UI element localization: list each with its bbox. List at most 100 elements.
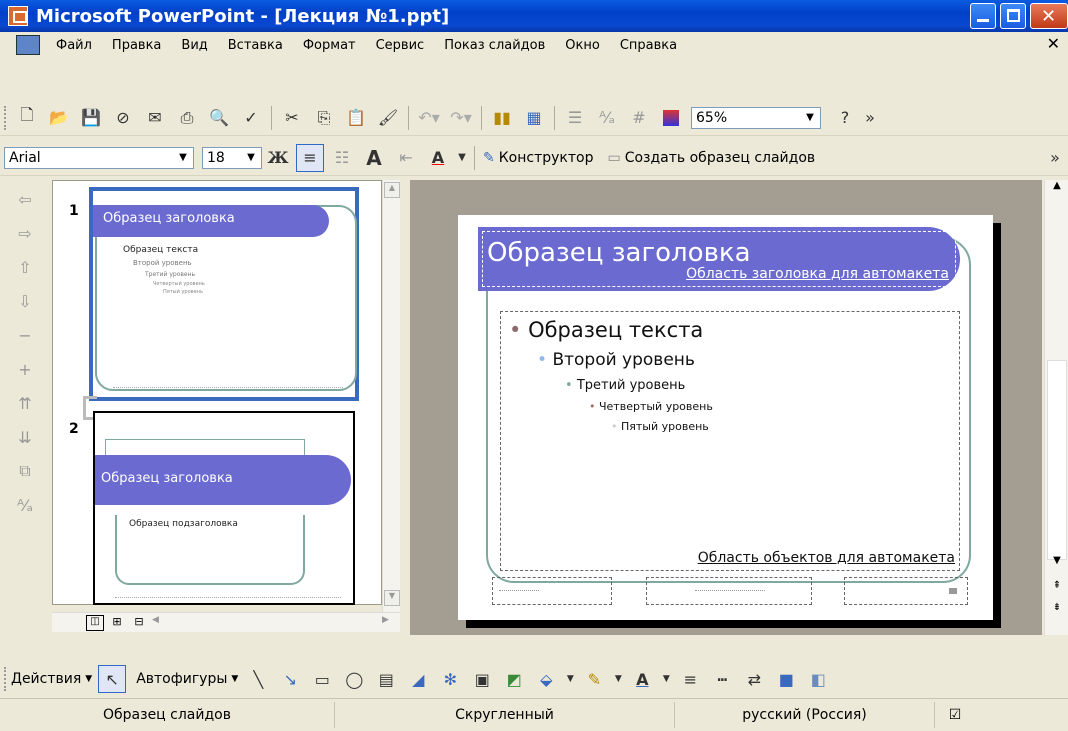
arrow-style-icon[interactable]: ⇄ [740,665,768,693]
insert-chart-icon[interactable]: ▮▮ [488,104,516,132]
summary-down-icon[interactable]: ⇊ [10,422,40,452]
oval-icon[interactable]: ◯ [340,665,368,693]
close-window-button[interactable]: ✕ [1030,3,1068,29]
menu-window[interactable]: Окно [555,38,610,53]
bullets-icon[interactable]: ☷ [328,144,356,172]
increase-font-icon[interactable]: A [360,144,388,172]
scroll-thumb[interactable] [1047,360,1067,560]
save-icon[interactable]: 💾 [77,104,105,132]
scroll-up-icon[interactable]: ▲ [384,182,400,198]
align-left-icon[interactable]: ≡ [296,143,324,172]
cut-icon[interactable]: ✂ [278,104,306,132]
chevron-down-icon[interactable]: ▼ [243,149,259,167]
print-preview-icon[interactable]: 🔍 [205,104,233,132]
menu-format[interactable]: Формат [293,38,366,53]
new-icon[interactable]: 🗋 [13,104,41,132]
title-placeholder[interactable]: Образец заголовка Область заголовка для … [482,231,956,287]
chevron-down-icon[interactable]: ▼ [612,665,624,693]
show-formatting-icon[interactable]: ᴬ⁄ₐ [593,104,621,132]
undo-icon[interactable]: ↶▾ [415,104,443,132]
body-placeholder[interactable]: • Образец текста • Второй уровень • Трет… [500,311,960,571]
format-painter-icon[interactable]: 🖌 [374,104,402,132]
font-color-icon[interactable]: A [424,144,452,172]
chevron-down-icon[interactable]: ▼ [231,674,238,684]
rectangle-icon[interactable]: ▭ [308,665,336,693]
arrow-up-icon[interactable]: ⇧ [10,252,40,282]
spelling-icon[interactable]: ✓ [237,104,265,132]
toolbar-grip[interactable] [4,667,7,691]
document-menu-icon[interactable] [16,35,40,55]
clipart-icon[interactable]: ▣ [468,665,496,693]
scroll-up-icon[interactable]: ▲ [1047,180,1067,200]
line-icon[interactable]: ╲ [244,665,272,693]
menu-file[interactable]: Файл [46,38,102,53]
font-size-combo[interactable]: 18 ▼ [202,146,262,169]
summary-slide-icon[interactable]: ⧉ [10,456,40,486]
menu-help[interactable]: Справка [610,38,687,53]
text-box-icon[interactable]: ▤ [372,665,400,693]
previous-slide-icon[interactable]: ⇞ [1047,580,1067,600]
autoshapes-menu[interactable]: Автофигуры [136,671,227,687]
3d-style-icon[interactable]: ◧ [804,665,832,693]
thumbnail-scrollbar[interactable]: ▲ ▼ [382,180,400,628]
chevron-down-icon[interactable]: ▼ [85,674,92,684]
grid-icon[interactable]: # [625,104,653,132]
scroll-right-icon[interactable]: ▶ [382,615,398,631]
menu-slideshow[interactable]: Показ слайдов [434,38,555,53]
collapse-icon[interactable]: − [10,320,40,350]
arrow-right-icon[interactable]: ⇨ [10,218,40,248]
slide-number-placeholder[interactable] [844,577,968,605]
date-placeholder[interactable] [492,577,612,605]
normal-view-icon[interactable]: ◫ [86,614,104,631]
print-icon[interactable]: ⎙ [173,104,201,132]
toolbar-grip[interactable] [4,105,7,130]
color-grayscale-icon[interactable] [657,104,685,132]
toolbar-options-icon[interactable]: » [863,104,877,132]
slide-sorter-view-icon[interactable]: ⊞ [108,615,126,631]
footer-placeholder[interactable] [646,577,812,605]
redo-icon[interactable]: ↷▾ [447,104,475,132]
maximize-button[interactable] [1000,3,1026,29]
wordart-icon[interactable]: ◢ [404,665,432,693]
create-master-button[interactable]: ▭ Создать образец слайдов [607,150,815,166]
open-icon[interactable]: 📂 [45,104,73,132]
picture-icon[interactable]: ◩ [500,665,528,693]
fill-color-icon[interactable]: ⬙ [532,665,560,693]
toolbar-options-icon[interactable]: » [1048,144,1062,172]
expand-icon[interactable]: + [10,354,40,384]
shadow-style-icon[interactable]: ■ [772,665,800,693]
menu-insert[interactable]: Вставка [218,38,293,53]
insert-table-icon[interactable]: ▦ [520,104,548,132]
slideshow-view-icon[interactable]: ⊟ [130,615,148,631]
powerpoint-app-icon[interactable] [8,6,28,26]
chevron-down-icon[interactable]: ▼ [802,109,818,127]
paste-icon[interactable]: 📋 [342,104,370,132]
design-button[interactable]: ✎ Конструктор [483,150,593,166]
slide-scrollbar[interactable]: ▲ ▼ ⇞ ⇟ [1044,180,1068,635]
show-formatting-icon[interactable]: ᴬ⁄ₐ [10,490,40,520]
close-document-icon[interactable]: ✕ [1047,34,1060,53]
zoom-combo[interactable]: 65% ▼ [691,106,821,129]
arrow-down-icon[interactable]: ⇩ [10,286,40,316]
help-icon[interactable]: ? [831,104,859,132]
font-color-icon[interactable]: A [628,665,656,693]
decrease-indent-icon[interactable]: ⇤ [392,144,420,172]
arrow-icon[interactable]: ↘ [276,665,304,693]
line-style-icon[interactable]: ≡ [676,665,704,693]
select-objects-icon[interactable]: ↖ [98,665,127,693]
scroll-down-icon[interactable]: ▼ [384,590,400,606]
slide-master-canvas[interactable]: Образец заголовка Область заголовка для … [458,215,993,620]
email-icon[interactable]: ✉ [141,104,169,132]
next-slide-icon[interactable]: ⇟ [1047,602,1067,622]
arrow-left-icon[interactable]: ⇦ [10,184,40,214]
copy-icon[interactable]: ⎘ [310,104,338,132]
scroll-left-icon[interactable]: ◀ [152,615,166,631]
diagram-icon[interactable]: ✻ [436,665,464,693]
font-combo[interactable]: Arial ▼ [4,146,194,169]
minimize-button[interactable] [970,3,996,29]
thumbnail-slide-1[interactable]: Образец заголовка Образец текста Второй … [89,187,359,401]
permission-icon[interactable]: ⊘ [109,104,137,132]
menu-tools[interactable]: Сервис [366,38,435,53]
dash-style-icon[interactable]: ┅ [708,665,736,693]
chevron-down-icon[interactable]: ▼ [456,144,468,172]
